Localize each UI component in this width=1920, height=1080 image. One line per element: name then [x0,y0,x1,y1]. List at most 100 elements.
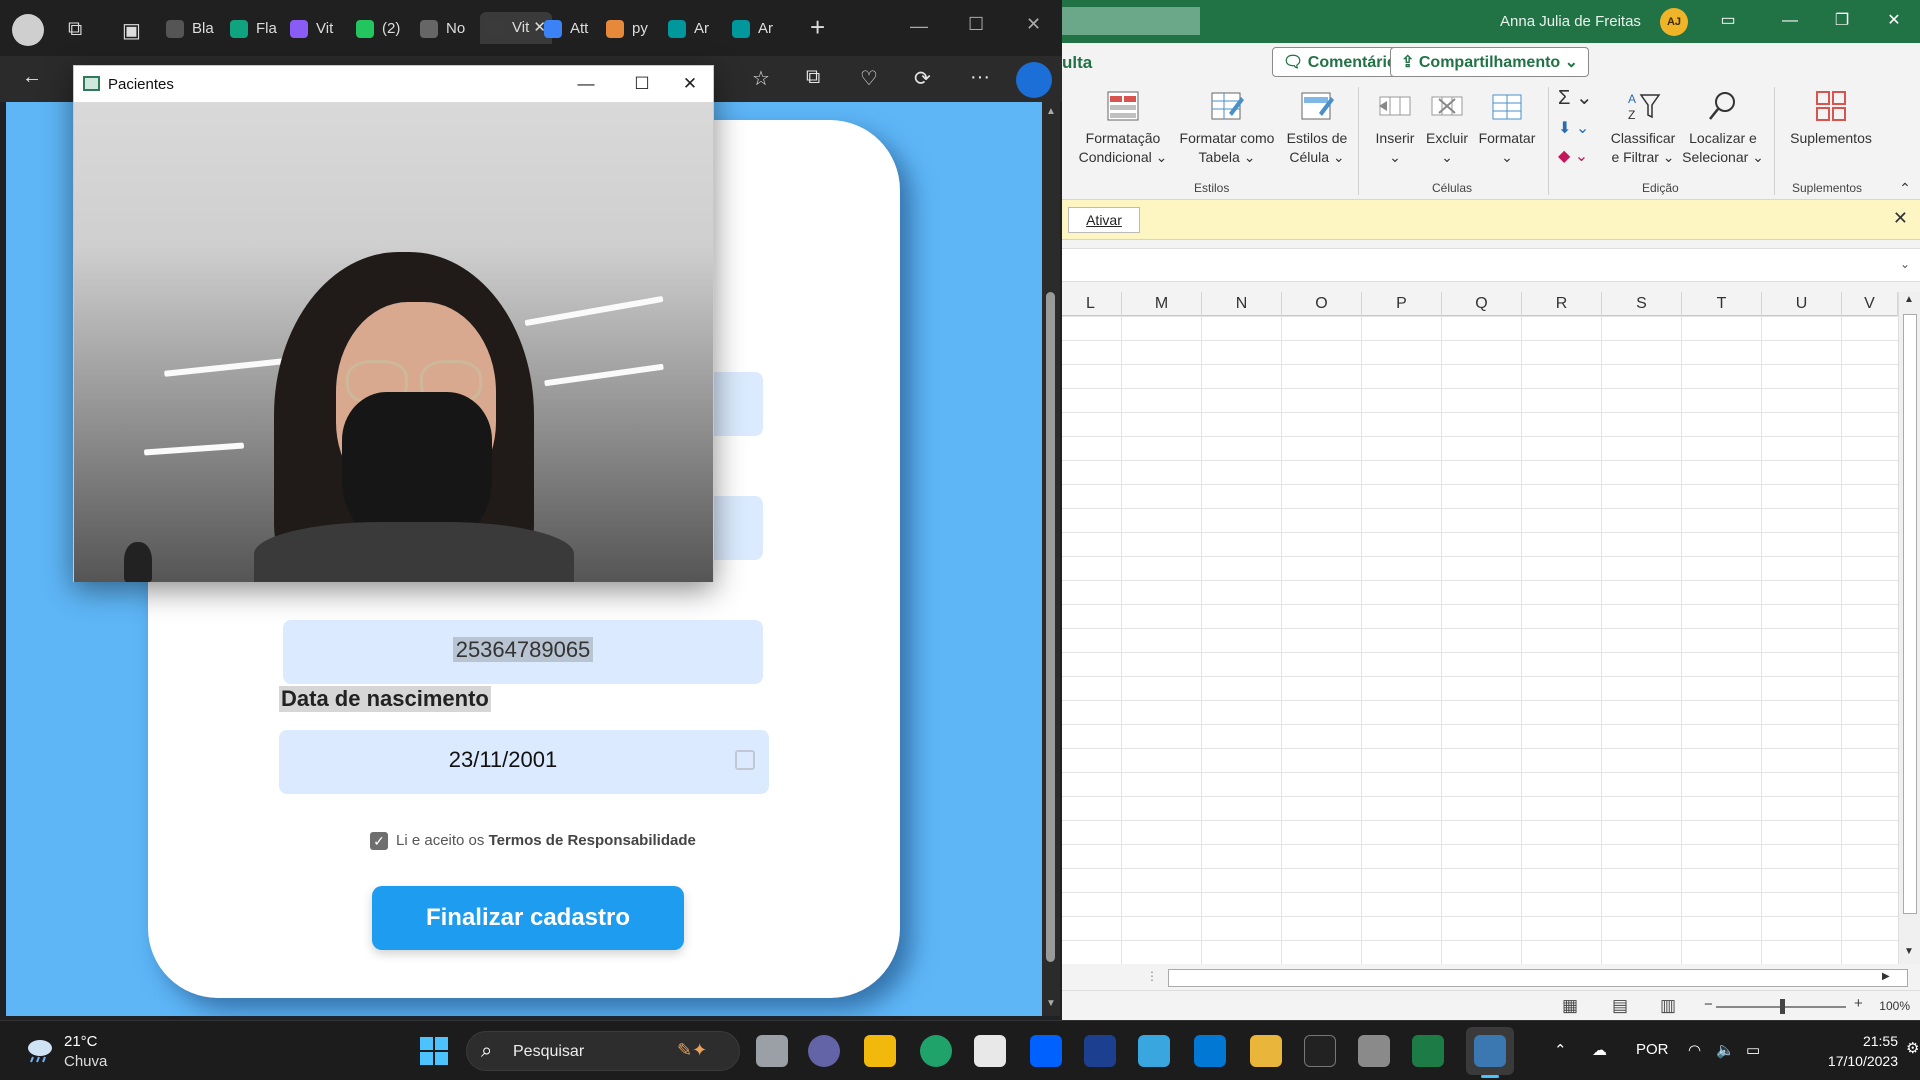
activate-button[interactable]: Ativar [1068,207,1140,233]
zoom-level[interactable]: 100% [1879,999,1910,1013]
excel-search-box[interactable] [1060,7,1200,35]
browser-tab[interactable]: Vit ✕ [480,12,552,44]
column-header-u[interactable]: U [1762,292,1842,316]
browser-tab[interactable]: (2) [356,14,400,46]
chevron-down-icon[interactable]: ⌄ [1900,257,1910,271]
volume-icon[interactable]: 🔈 [1716,1041,1735,1059]
addins-button[interactable]: Suplementos [1784,89,1878,148]
close-icon[interactable]: ✕ [1874,6,1914,36]
cpf-input[interactable]: 25364789065 [283,620,763,684]
insert-cells-button[interactable]: Inserir ⌄ [1370,89,1420,167]
zoom-in-icon[interactable]: + [1854,995,1863,1012]
date-of-birth-input[interactable]: 23/11/2001 [279,730,769,794]
favorites-star-icon[interactable]: ☆ [752,66,770,91]
ide-icon[interactable] [1084,1035,1116,1067]
clock-time[interactable]: 21:55 [1818,1033,1898,1049]
page-break-icon[interactable]: ▥ [1660,996,1676,1016]
onedrive-cloud-icon[interactable]: ☁ [1592,1041,1607,1059]
calendar-icon[interactable] [735,750,755,770]
scroll-up-icon[interactable]: ▲ [1904,294,1914,305]
minimize-icon[interactable]: — [1770,6,1810,36]
close-icon[interactable]: ✕ [1893,208,1908,229]
delete-cells-button[interactable]: Excluir ⌄ [1422,89,1472,167]
scroll-right-icon[interactable]: ▶ [1882,971,1890,982]
maximize-icon[interactable]: ☐ [620,70,664,98]
scroll-up-icon[interactable]: ▲ [1046,106,1056,117]
wifi-icon[interactable]: ◠ [1688,1041,1701,1059]
collections-icon[interactable]: ⧉ [806,66,820,89]
ribbon-display-icon[interactable]: ▭ [1708,6,1748,36]
task-view-icon[interactable] [756,1035,788,1067]
teams-icon[interactable] [808,1035,840,1067]
scrollbar-thumb[interactable] [1046,292,1055,962]
workspaces-icon[interactable]: ⧉ [68,18,82,41]
column-header-m[interactable]: M [1122,292,1202,316]
back-arrow-icon[interactable]: ← [22,66,42,89]
excel-user-avatar[interactable]: AJ [1660,8,1688,36]
find-select-button[interactable]: Localizar e Selecionar ⌄ [1680,89,1766,167]
page-layout-icon[interactable]: ▤ [1612,996,1628,1016]
column-header-n[interactable]: N [1202,292,1282,316]
restore-icon[interactable]: ❐ [1822,6,1862,36]
format-as-table-button[interactable]: Formatar como Tabela ⌄ [1174,89,1280,167]
excel-taskbar-icon[interactable] [1412,1035,1444,1067]
app-icon[interactable] [1358,1035,1390,1067]
pacientes-title-bar[interactable]: Pacientes — ☐ ✕ [74,66,713,102]
spreadsheet-grid[interactable] [1060,316,1898,964]
split-handle-icon[interactable]: ⋮ [1146,969,1158,983]
column-header-r[interactable]: R [1522,292,1602,316]
excel-ribbon-tab[interactable]: ulta [1062,53,1092,73]
minimize-icon[interactable]: — [910,16,928,37]
horizontal-scrollbar[interactable]: ⋮ ◀ ▶ [1060,966,1920,990]
weather-temperature[interactable]: 21°C [64,1033,98,1050]
tray-overflow-icon[interactable]: ⌃ [1554,1041,1567,1059]
browser-tab[interactable]: Bla [166,14,214,46]
new-tab-icon[interactable]: + [810,12,825,43]
tab-actions-icon[interactable]: ▣ [122,18,141,43]
browser-tab[interactable]: Vit [290,14,333,46]
normal-view-icon[interactable]: ▦ [1562,996,1578,1016]
clear-button[interactable]: ◆ ⌄ [1558,147,1598,166]
scroll-down-icon[interactable]: ▼ [1046,998,1056,1009]
scroll-down-icon[interactable]: ▼ [1904,946,1914,957]
rain-cloud-icon[interactable] [24,1037,54,1063]
cell-styles-button[interactable]: Estilos de Célula ⌄ [1282,89,1352,167]
finish-registration-button[interactable]: Finalizar cadastro [372,886,684,950]
column-header-t[interactable]: T [1682,292,1762,316]
zoom-out-icon[interactable]: − [1704,996,1713,1013]
maximize-icon[interactable]: ☐ [968,14,984,35]
autosum-button[interactable]: Σ ⌄ [1558,88,1598,109]
file-explorer-icon[interactable] [864,1035,896,1067]
browser-vertical-scrollbar[interactable]: ▲ ▼ [1042,102,1060,1016]
browser-tab[interactable]: Ar [732,14,773,46]
column-header-s[interactable]: S [1602,292,1682,316]
browser-tab[interactable]: py [606,14,648,46]
column-header-l[interactable]: L [1060,292,1122,316]
browser-tab[interactable]: Ar [668,14,709,46]
scrollbar-thumb[interactable] [1168,969,1908,987]
minimize-icon[interactable]: — [564,70,608,98]
zoom-slider-knob[interactable] [1780,999,1785,1014]
terms-link[interactable]: Termos de Responsabilidade [489,832,696,849]
notion-icon[interactable] [1304,1035,1336,1067]
weather-description[interactable]: Chuva [64,1053,107,1070]
close-icon[interactable]: ✕ [1026,14,1041,35]
column-header-p[interactable]: P [1362,292,1442,316]
vscode-icon[interactable] [1194,1035,1226,1067]
windows-start-icon[interactable] [420,1037,448,1065]
extensions-icon[interactable]: ⟳ [914,66,931,91]
fill-button[interactable]: ⬇ ⌄ [1558,119,1598,138]
column-header-o[interactable]: O [1282,292,1362,316]
browser-tab[interactable]: Att [544,14,588,46]
more-options-icon[interactable]: ··· [970,66,990,89]
sort-filter-button[interactable]: AZ Classificar e Filtrar ⌄ [1606,89,1680,167]
vertical-scrollbar[interactable]: ▲ ▼ [1898,292,1920,964]
browser-tab[interactable]: No [420,14,465,46]
clock-date[interactable]: 17/10/2023 [1788,1053,1898,1069]
notepad-icon[interactable] [1138,1035,1170,1067]
notifications-icon[interactable]: ⚙ [1906,1039,1919,1057]
format-cells-button[interactable]: Formatar ⌄ [1474,89,1540,167]
share-button[interactable]: ⇪ Compartilhamento ⌄ [1390,47,1590,77]
python-icon[interactable] [1474,1035,1506,1067]
browser-essentials-icon[interactable]: ♡ [860,66,878,91]
